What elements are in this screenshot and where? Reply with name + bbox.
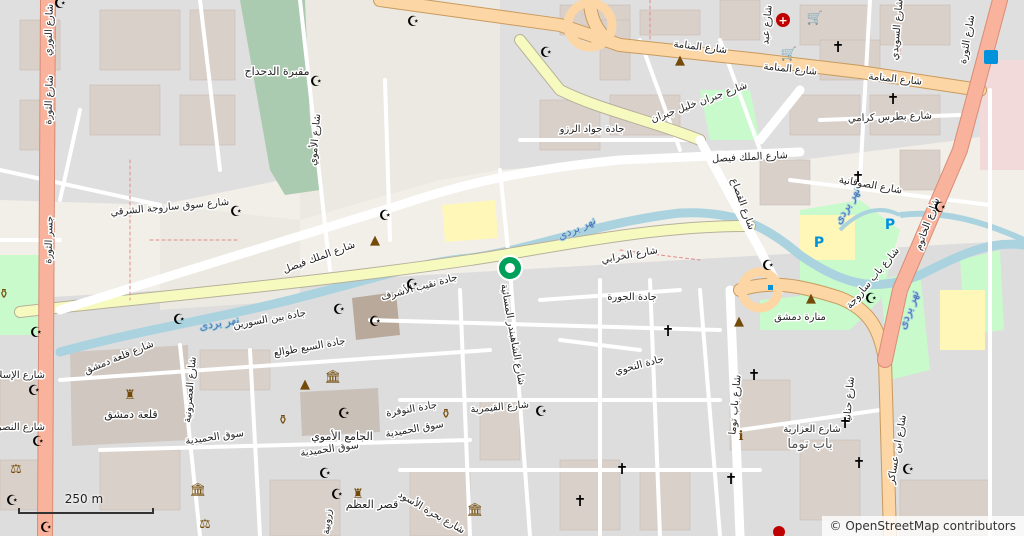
church-icon[interactable]: ✝: [832, 38, 845, 56]
shop-icon[interactable]: 🛒: [781, 46, 797, 62]
amphora-icon[interactable]: ⚱: [278, 413, 289, 428]
mosque-icon[interactable]: ☪: [379, 208, 392, 224]
museum-icon[interactable]: 🏛: [325, 369, 342, 385]
mosque-icon[interactable]: ☪: [28, 383, 41, 399]
mosque-icon[interactable]: ☪: [934, 200, 947, 216]
location-marker-icon[interactable]: [497, 255, 523, 281]
castle-icon[interactable]: ♜: [124, 388, 136, 403]
pharmacy-icon[interactable]: +: [776, 13, 790, 27]
mosque-icon[interactable]: ☪: [319, 466, 332, 482]
street-label: جسر الثورة: [43, 216, 56, 264]
courthouse-icon[interactable]: ⚖: [199, 517, 211, 532]
street-label: شارع النصر: [0, 422, 45, 433]
street-label: شارع الإسلام: [0, 370, 45, 381]
church-icon[interactable]: ✝: [748, 366, 761, 384]
mosque-icon[interactable]: ☪: [331, 487, 344, 503]
street-label: شارع العزارية: [783, 424, 840, 435]
monument-icon[interactable]: ▲: [806, 291, 816, 306]
church-icon[interactable]: ✝: [662, 322, 675, 340]
amphora-icon[interactable]: ⚱: [0, 287, 9, 302]
street-label: شارع الثورة: [43, 75, 56, 125]
monument-icon[interactable]: ▲: [300, 377, 310, 392]
mosque-icon[interactable]: ☪: [406, 277, 419, 293]
mosque-icon[interactable]: ☪: [230, 204, 243, 220]
church-icon[interactable]: ✝: [887, 90, 900, 108]
mosque-icon[interactable]: ☪: [173, 312, 186, 328]
parking-icon[interactable]: P: [885, 217, 895, 233]
mosque-icon[interactable]: ☪: [865, 291, 878, 307]
monument-icon[interactable]: ▲: [734, 314, 744, 329]
castle-icon[interactable]: ♜: [352, 487, 364, 502]
shop-icon[interactable]: 🛒: [807, 10, 823, 26]
church-icon[interactable]: ✝: [839, 414, 852, 432]
street-label: جادة الجورة: [607, 292, 657, 303]
church-icon[interactable]: ✝: [852, 168, 865, 186]
mosque-icon[interactable]: ☪: [902, 462, 915, 478]
parking-icon[interactable]: P: [814, 235, 824, 251]
scale-bar: 250 m: [14, 492, 154, 518]
courthouse-icon[interactable]: ⚖: [10, 462, 22, 477]
mosque-icon[interactable]: ☪: [369, 314, 382, 330]
scale-line: [18, 508, 154, 514]
map-canvas[interactable]: مقبرة الدحداح قلعة دمشق الجامع الأموي قص…: [0, 0, 1024, 536]
monument-icon[interactable]: ▲: [370, 233, 380, 248]
church-icon[interactable]: ✝: [853, 454, 866, 472]
church-icon[interactable]: ✝: [725, 470, 738, 488]
svg-text:+: +: [778, 14, 787, 27]
library-icon[interactable]: ℹ: [739, 429, 744, 444]
church-icon[interactable]: ✝: [574, 492, 587, 510]
bus-stop-icon[interactable]: [984, 50, 998, 64]
amphora-icon[interactable]: ⚱: [441, 407, 452, 422]
church-icon[interactable]: ✝: [616, 460, 629, 478]
place-label: الجامع الأموي: [311, 429, 373, 443]
museum-icon[interactable]: 🏛: [190, 482, 207, 498]
place-label: منارة دمشق: [774, 312, 826, 323]
museum-icon[interactable]: 🏛: [467, 502, 484, 518]
attribution-text[interactable]: © OpenStreetMap contributors: [821, 516, 1024, 536]
mosque-icon[interactable]: ☪: [338, 406, 351, 422]
mosque-icon[interactable]: ☪: [540, 45, 553, 61]
mosque-icon[interactable]: ☪: [762, 258, 775, 274]
place-label: باب توما: [787, 437, 832, 452]
mosque-icon[interactable]: ☪: [535, 404, 548, 420]
scale-label: 250 m: [64, 492, 104, 506]
street-label: زروبية: [321, 508, 334, 535]
mosque-icon[interactable]: ☪: [333, 302, 346, 318]
mosque-icon[interactable]: ☪: [40, 520, 53, 536]
mosque-icon[interactable]: ☪: [407, 14, 420, 30]
monument-icon[interactable]: ▲: [675, 53, 685, 68]
place-label: مقبرة الدحداح: [244, 65, 309, 78]
place-label: قلعة دمشق: [104, 408, 157, 422]
mosque-icon[interactable]: ☪: [54, 0, 67, 12]
mosque-icon[interactable]: ☪: [32, 434, 45, 450]
street-label: جادة جواد الرزو: [559, 124, 625, 135]
mosque-icon[interactable]: ☪: [310, 74, 323, 90]
mosque-icon[interactable]: ☪: [30, 325, 43, 341]
